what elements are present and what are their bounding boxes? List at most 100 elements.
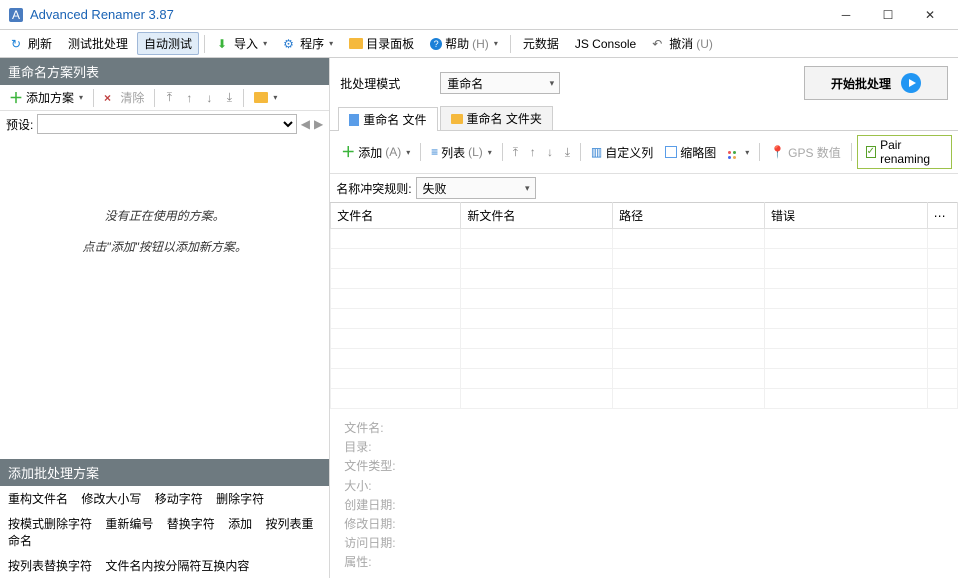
- chevron-down-icon: ▾: [494, 39, 498, 48]
- col-filename[interactable]: 文件名: [331, 203, 461, 229]
- program-icon: ⚙: [283, 37, 297, 51]
- start-batch-button[interactable]: 开始批处理: [804, 66, 948, 100]
- conflict-rule-select[interactable]: 失败: [416, 177, 536, 199]
- method-links-row-3: 按列表替换字符 文件名内按分隔符互换内容: [0, 553, 329, 578]
- method-link[interactable]: 重新编号: [105, 517, 153, 531]
- move-down-button[interactable]: ↓: [542, 143, 557, 161]
- tab-rename-folders[interactable]: 重命名 文件夹: [440, 106, 553, 130]
- close-button[interactable]: ✕: [910, 1, 950, 29]
- method-link[interactable]: 删除字符: [216, 492, 264, 506]
- js-console-button[interactable]: JS Console: [568, 34, 643, 54]
- check-icon: ✓: [866, 146, 876, 158]
- refresh-icon: ↻: [11, 37, 25, 51]
- method-link[interactable]: 移动字符: [155, 492, 203, 506]
- app-icon: A: [8, 7, 24, 23]
- thumbnails-button[interactable]: 缩略图: [660, 143, 721, 162]
- method-link[interactable]: 添加: [228, 517, 252, 531]
- move-top-button[interactable]: ⤒: [508, 143, 523, 161]
- method-link[interactable]: 修改大小写: [81, 492, 141, 506]
- hint-line-1: 没有正在使用的方案。: [105, 207, 225, 224]
- test-batch-button[interactable]: 测试批处理: [61, 32, 135, 55]
- preset-row: 预设: ◀ ▶: [0, 111, 329, 137]
- gps-button[interactable]: 📍GPS 数值: [765, 143, 846, 162]
- file-folder-tabs: 重命名 文件 重命名 文件夹: [330, 106, 958, 131]
- conflict-rule-row: 名称冲突规则: 失败: [330, 174, 958, 202]
- add-method-label: 添加方案: [26, 89, 74, 106]
- info-filetype: 文件类型:: [344, 457, 944, 476]
- color-select-button[interactable]: ▾: [723, 147, 754, 158]
- table-row: [331, 389, 958, 409]
- auto-test-button[interactable]: 自动测试: [137, 32, 199, 55]
- hint-line-2: 点击"添加"按钮以添加新方案。: [82, 238, 247, 255]
- method-link[interactable]: 替换字符: [167, 517, 215, 531]
- program-button[interactable]: ⚙程序 ▾: [276, 32, 340, 55]
- thumbnail-icon: [665, 146, 677, 158]
- table-row: [331, 369, 958, 389]
- move-up-button[interactable]: ↑: [180, 89, 198, 107]
- folder-icon: [254, 92, 268, 103]
- chevron-left-icon[interactable]: ◀: [301, 117, 310, 131]
- chevron-down-icon: ▾: [406, 148, 410, 157]
- pin-icon: 📍: [770, 145, 785, 159]
- auto-test-label: 自动测试: [144, 35, 192, 52]
- col-path[interactable]: 路径: [613, 203, 765, 229]
- preset-select[interactable]: [37, 114, 296, 134]
- info-filename: 文件名:: [344, 419, 944, 438]
- col-error[interactable]: 错误: [764, 203, 927, 229]
- move-up-button[interactable]: ↑: [525, 143, 540, 161]
- add-files-button[interactable]: ＋添加 (A)▾: [336, 141, 415, 163]
- undo-label: 撤消: [669, 35, 693, 52]
- metadata-label: 元数据: [523, 35, 559, 52]
- method-link[interactable]: 按模式删除字符: [8, 517, 92, 531]
- chevron-right-icon[interactable]: ▶: [314, 117, 323, 131]
- clear-methods-button[interactable]: × 清除: [99, 88, 149, 107]
- method-link[interactable]: 按列表替换字符: [8, 559, 92, 573]
- folder-button[interactable]: ▾: [249, 91, 282, 104]
- conflict-label: 名称冲突规则:: [336, 180, 411, 197]
- col-newfilename[interactable]: 新文件名: [461, 203, 613, 229]
- batch-controls: 批处理模式 重命名 开始批处理: [330, 58, 958, 106]
- folder-icon: [451, 114, 463, 124]
- help-label: 帮助: [445, 35, 469, 52]
- dir-panel-button[interactable]: 目录面板: [342, 32, 421, 55]
- chevron-down-icon: ▾: [329, 39, 333, 48]
- title-bar: A Advanced Renamer 3.87 ─ ☐ ✕: [0, 0, 958, 30]
- method-link[interactable]: 文件名内按分隔符互换内容: [105, 559, 249, 573]
- move-bottom-button[interactable]: ⤓: [560, 143, 575, 161]
- move-top-button[interactable]: ⤒: [160, 89, 178, 107]
- main-toolbar: ↻刷新 测试批处理 自动测试 ⬇导入▾ ⚙程序 ▾ 目录面板 ?帮助 (H)▾ 元…: [0, 30, 958, 58]
- method-link[interactable]: 重构文件名: [8, 492, 68, 506]
- import-icon: ⬇: [217, 37, 231, 51]
- tab-rename-files[interactable]: 重命名 文件: [338, 107, 437, 131]
- batch-mode-select[interactable]: 重命名: [440, 72, 560, 94]
- add-method-button[interactable]: ＋添加方案▾: [4, 87, 88, 109]
- move-bottom-button[interactable]: ⤓: [220, 89, 238, 107]
- col-menu[interactable]: ⋯: [927, 203, 957, 229]
- undo-button[interactable]: ↶撤消 (U): [645, 32, 720, 55]
- maximize-button[interactable]: ☐: [868, 1, 908, 29]
- move-down-button[interactable]: ↓: [200, 89, 218, 107]
- files-table: 文件名 新文件名 路径 错误 ⋯: [330, 202, 958, 409]
- list-button[interactable]: ≡列表 (L)▾: [426, 143, 497, 162]
- window-title: Advanced Renamer 3.87: [30, 7, 826, 22]
- program-label: 程序: [300, 35, 324, 52]
- chevron-down-icon: ▾: [79, 93, 83, 102]
- list-icon: ≡: [431, 145, 438, 159]
- table-row: [331, 309, 958, 329]
- chevron-down-icon: ▾: [273, 93, 277, 102]
- add-methods-panel: 添加批处理方案 重构文件名 修改大小写 移动字符 删除字符 按模式删除字符 重新…: [0, 459, 329, 578]
- add-methods-header: 添加批处理方案: [0, 459, 329, 486]
- file-icon: [349, 114, 359, 126]
- svg-text:A: A: [12, 8, 20, 22]
- minimize-button[interactable]: ─: [826, 1, 866, 29]
- refresh-button[interactable]: ↻刷新: [4, 32, 59, 55]
- right-pane: 批处理模式 重命名 开始批处理 重命名 文件 重命名 文件夹 ＋添加 (A)▾ …: [330, 58, 958, 578]
- preset-label: 预设:: [6, 116, 33, 133]
- help-button[interactable]: ?帮助 (H)▾: [423, 32, 505, 55]
- metadata-button[interactable]: 元数据: [516, 32, 566, 55]
- method-links-row-1: 重构文件名 修改大小写 移动字符 删除字符: [0, 486, 329, 511]
- import-button[interactable]: ⬇导入▾: [210, 32, 274, 55]
- custom-columns-button[interactable]: ▥自定义列: [586, 143, 658, 162]
- method-links-row-2: 按模式删除字符 重新编号 替换字符 添加 按列表重命名: [0, 511, 329, 553]
- pair-renaming-toggle[interactable]: ✓Pair renaming: [857, 135, 952, 169]
